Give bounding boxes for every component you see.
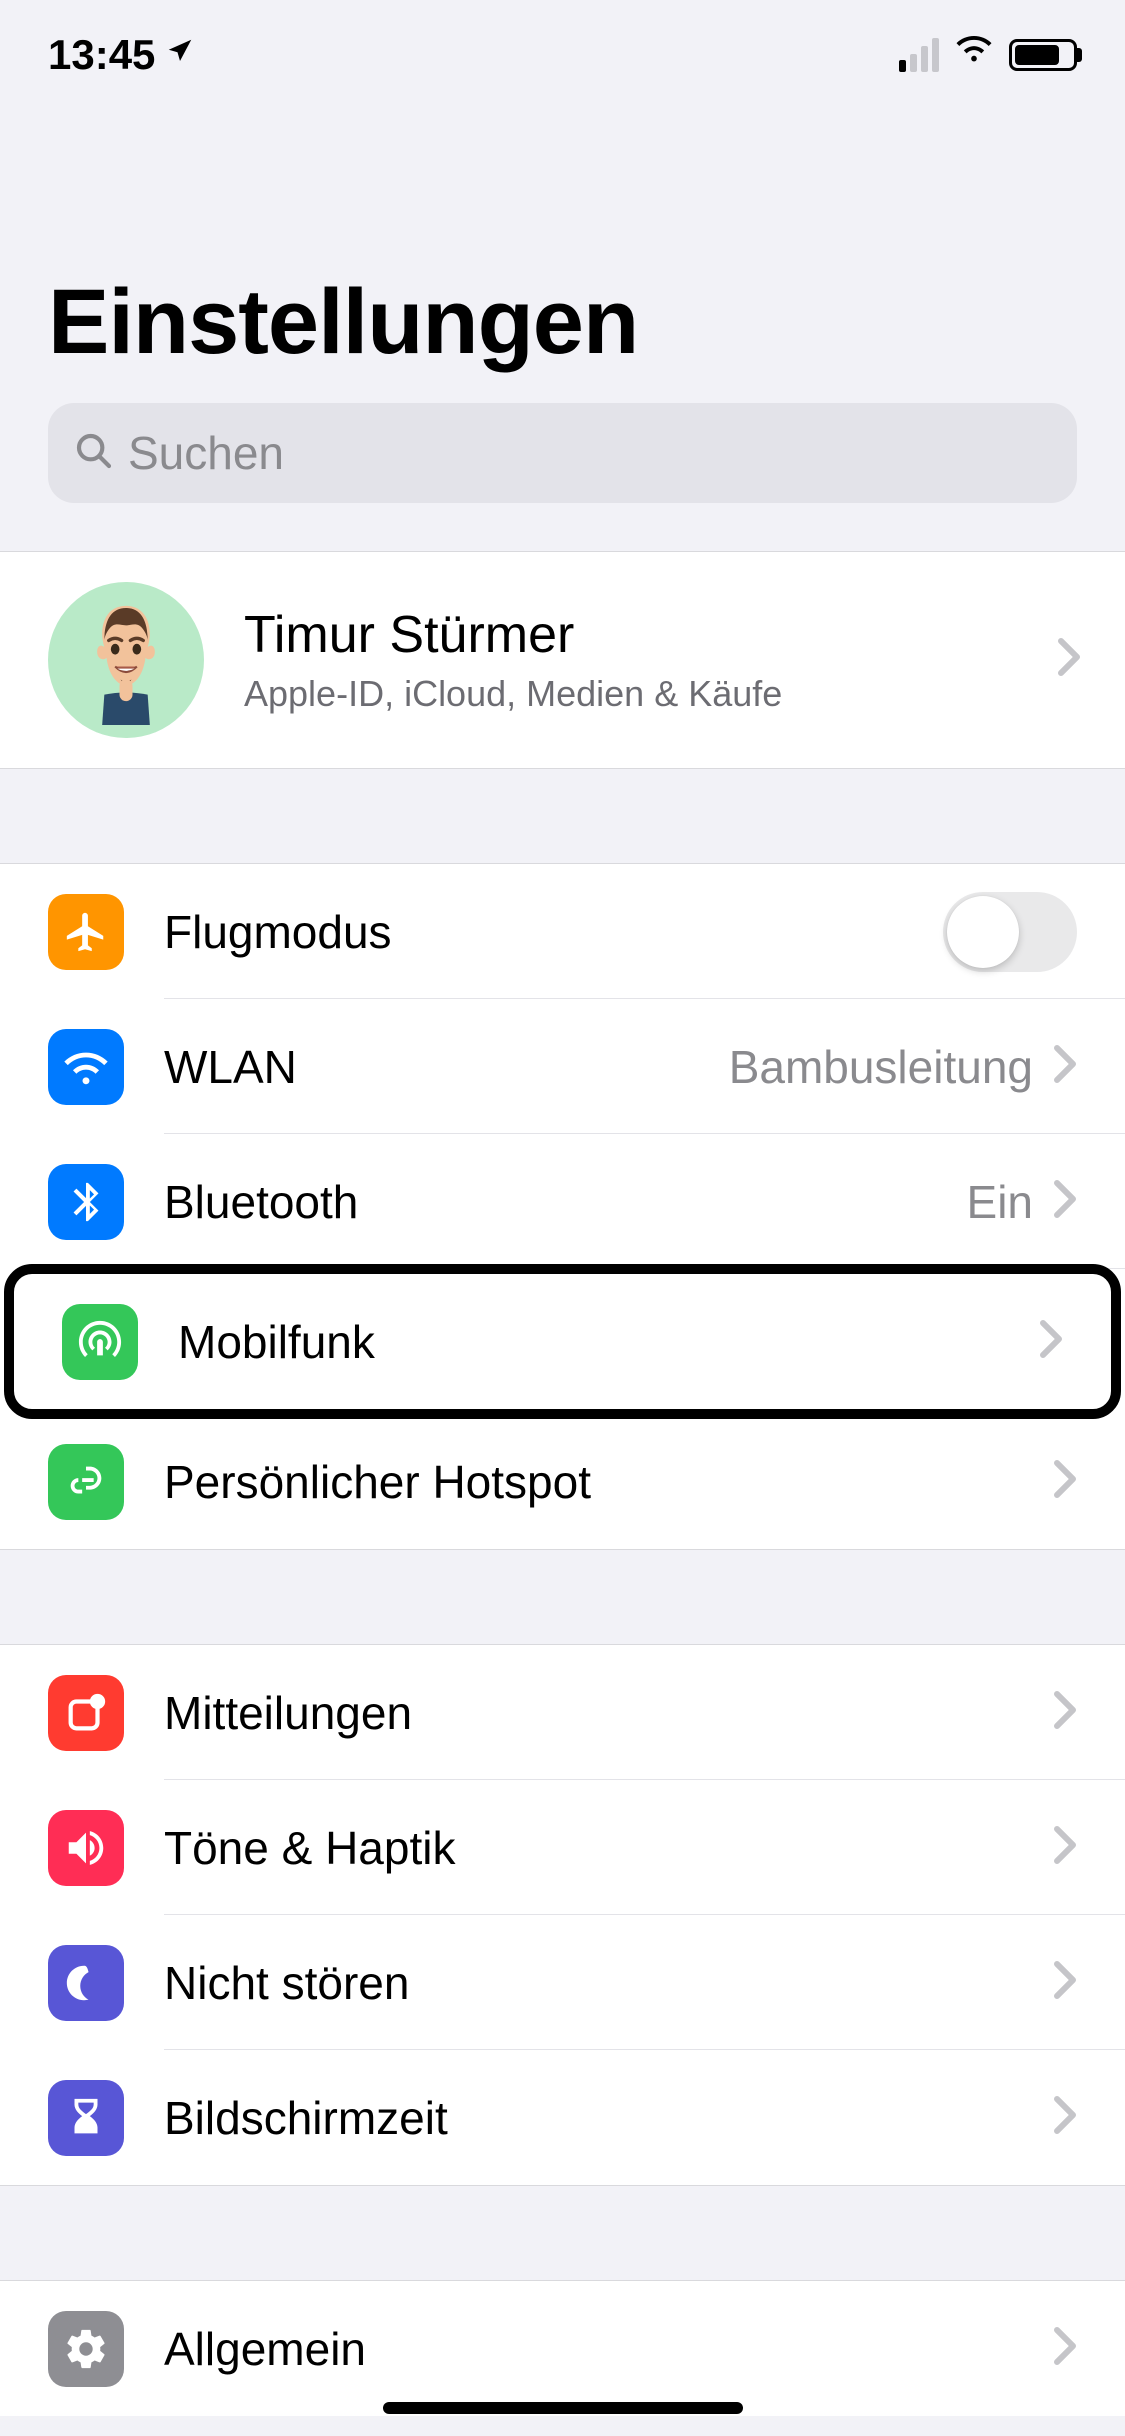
notifications-icon — [48, 1675, 124, 1751]
chevron-right-icon — [1053, 1954, 1077, 2012]
hotspot-icon — [48, 1444, 124, 1520]
cellular-label: Mobilfunk — [178, 1315, 1039, 1369]
status-bar: 13:45 — [0, 0, 1125, 110]
row-bluetooth[interactable]: Bluetooth Ein — [0, 1134, 1125, 1269]
chevron-right-icon — [1053, 1684, 1077, 1742]
row-notifications[interactable]: Mitteilungen — [0, 1645, 1125, 1780]
notifications-label: Mitteilungen — [164, 1686, 1053, 1740]
chevron-right-icon — [1053, 1453, 1077, 1511]
screentime-label: Bildschirmzeit — [164, 2091, 1053, 2145]
location-icon — [165, 36, 195, 75]
dnd-icon — [48, 1945, 124, 2021]
row-airplane-mode[interactable]: Flugmodus — [0, 864, 1125, 999]
profile-name: Timur Stürmer — [244, 605, 782, 665]
chevron-right-icon — [1053, 2320, 1077, 2378]
general-label: Allgemein — [164, 2322, 1053, 2376]
row-screentime[interactable]: Bildschirmzeit — [0, 2050, 1125, 2185]
home-indicator[interactable] — [383, 2402, 743, 2414]
search-box[interactable] — [48, 403, 1077, 503]
status-time: 13:45 — [48, 31, 155, 79]
sounds-icon — [48, 1810, 124, 1886]
screentime-icon — [48, 2080, 124, 2156]
bluetooth-label: Bluetooth — [164, 1175, 967, 1229]
chevron-right-icon — [1053, 2089, 1077, 2147]
profile-sub: Apple-ID, iCloud, Medien & Käufe — [244, 673, 782, 715]
airplane-toggle[interactable] — [943, 892, 1077, 972]
airplane-label: Flugmodus — [164, 905, 943, 959]
airplane-icon — [48, 894, 124, 970]
dnd-label: Nicht stören — [164, 1956, 1053, 2010]
sounds-label: Töne & Haptik — [164, 1821, 1053, 1875]
row-wlan[interactable]: WLAN Bambusleitung — [0, 999, 1125, 1134]
row-sounds[interactable]: Töne & Haptik — [0, 1780, 1125, 1915]
bluetooth-value: Ein — [967, 1175, 1033, 1229]
wlan-value: Bambusleitung — [729, 1040, 1033, 1094]
profile-row[interactable]: Timur Stürmer Apple-ID, iCloud, Medien &… — [0, 552, 1125, 768]
row-hotspot[interactable]: Persönlicher Hotspot — [0, 1414, 1125, 1549]
profile-group: Timur Stürmer Apple-ID, iCloud, Medien &… — [0, 551, 1125, 769]
highlight-cellular: Mobilfunk — [4, 1264, 1121, 1419]
search-icon — [74, 431, 114, 476]
chevron-right-icon — [1057, 631, 1081, 689]
row-dnd[interactable]: Nicht stören — [0, 1915, 1125, 2050]
avatar — [48, 582, 204, 738]
wifi-icon — [953, 29, 995, 81]
wlan-label: WLAN — [164, 1040, 729, 1094]
network-group: Flugmodus WLAN Bambusleitung Bluetooth E… — [0, 863, 1125, 1550]
hotspot-label: Persönlicher Hotspot — [164, 1455, 1053, 1509]
page-title: Einstellungen — [48, 270, 1077, 375]
row-general[interactable]: Allgemein — [0, 2281, 1125, 2416]
search-input[interactable] — [128, 426, 1051, 480]
chevron-right-icon — [1053, 1038, 1077, 1096]
cellular-icon — [62, 1304, 138, 1380]
row-cellular[interactable]: Mobilfunk — [14, 1274, 1111, 1409]
chevron-right-icon — [1053, 1173, 1077, 1231]
notifications-group: Mitteilungen Töne & Haptik Nicht stören … — [0, 1644, 1125, 2186]
battery-icon — [1009, 39, 1077, 71]
chevron-right-icon — [1053, 1819, 1077, 1877]
general-group: Allgemein — [0, 2280, 1125, 2416]
chevron-right-icon — [1039, 1313, 1063, 1371]
profile-text: Timur Stürmer Apple-ID, iCloud, Medien &… — [244, 605, 782, 715]
general-icon — [48, 2311, 124, 2387]
bluetooth-icon — [48, 1164, 124, 1240]
wlan-icon — [48, 1029, 124, 1105]
cellular-signal-icon — [899, 38, 939, 72]
